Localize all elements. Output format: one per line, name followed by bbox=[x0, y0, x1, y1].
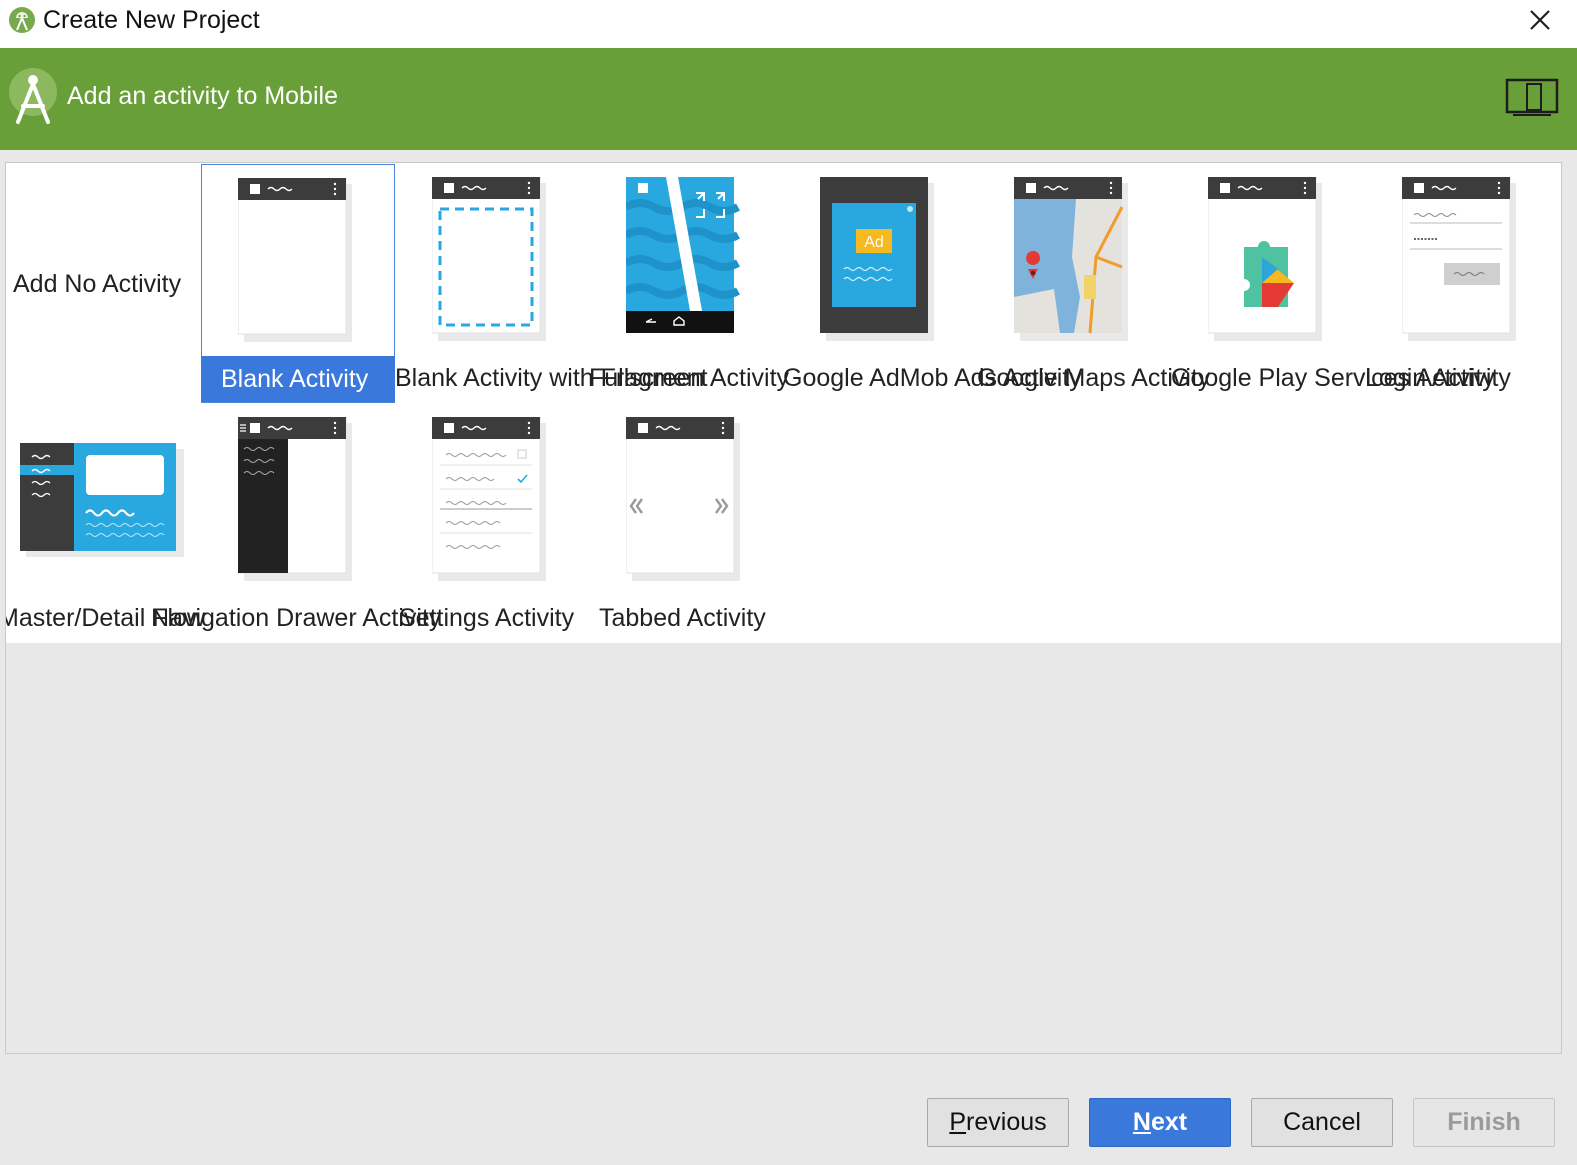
activity-tile-blank[interactable]: Blank Activity bbox=[201, 164, 395, 403]
activity-tile-fragment[interactable]: Blank Activity with Fragment bbox=[395, 163, 708, 403]
cancel-button[interactable]: Cancel bbox=[1251, 1098, 1393, 1147]
header-banner: Add an activity to Mobile bbox=[0, 48, 1577, 150]
banner-title: Add an activity to Mobile bbox=[67, 82, 338, 110]
form-factor-icon bbox=[1505, 78, 1559, 116]
title-bar: Create New Project bbox=[0, 0, 1577, 48]
activity-grid: Add No Activity Blank Activity Blank Act… bbox=[6, 163, 1561, 643]
previous-button[interactable]: Previous bbox=[927, 1098, 1069, 1147]
activity-label: Blank Activity bbox=[201, 356, 395, 402]
admob-activity-thumbnail: Ad bbox=[820, 177, 934, 341]
close-icon[interactable] bbox=[1526, 6, 1554, 34]
login-activity-thumbnail bbox=[1402, 177, 1516, 341]
navigation-drawer-thumbnail bbox=[238, 417, 352, 581]
activity-tile-tabbed[interactable]: Tabbed Activity bbox=[589, 403, 783, 643]
activity-tile-admob[interactable]: Ad Google AdMob Ads Activity bbox=[783, 163, 1082, 403]
activity-tile-login[interactable]: Login Activity bbox=[1365, 163, 1559, 403]
blank-activity-thumbnail bbox=[238, 178, 352, 342]
activity-tile-play-services[interactable]: Google Play Services Activity bbox=[1171, 163, 1495, 403]
android-studio-logo-icon bbox=[9, 68, 57, 124]
activity-label: Login Activity bbox=[1365, 364, 1511, 392]
activity-tile-none[interactable]: Add No Activity bbox=[6, 163, 200, 403]
activity-gallery: Add No Activity Blank Activity Blank Act… bbox=[5, 162, 1562, 1054]
fullscreen-activity-thumbnail bbox=[626, 177, 740, 333]
window-title: Create New Project bbox=[43, 6, 260, 34]
settings-activity-thumbnail bbox=[432, 417, 546, 581]
activity-label: Add No Activity bbox=[13, 270, 182, 298]
master-detail-thumbnail bbox=[20, 443, 184, 557]
activity-tile-fullscreen[interactable]: Fullscreen Activity bbox=[589, 163, 789, 403]
maps-activity-thumbnail bbox=[1014, 177, 1128, 341]
activity-label: Tabbed Activity bbox=[599, 604, 766, 632]
activity-tile-navigation-drawer[interactable]: Navigation Drawer Activity bbox=[151, 403, 441, 643]
next-button[interactable]: Next bbox=[1089, 1098, 1231, 1147]
ad-badge-text: Ad bbox=[864, 234, 884, 251]
tabbed-activity-thumbnail bbox=[626, 417, 740, 581]
fragment-activity-thumbnail bbox=[432, 177, 546, 341]
activity-label: Settings Activity bbox=[399, 604, 575, 632]
activity-tile-maps[interactable]: Google Maps Activity bbox=[977, 163, 1210, 403]
activity-label: Fullscreen Activity bbox=[589, 364, 790, 392]
activity-tile-settings[interactable]: Settings Activity bbox=[395, 403, 589, 643]
finish-button: Finish bbox=[1413, 1098, 1555, 1147]
android-studio-icon bbox=[9, 7, 35, 33]
play-services-activity-thumbnail bbox=[1208, 177, 1322, 341]
